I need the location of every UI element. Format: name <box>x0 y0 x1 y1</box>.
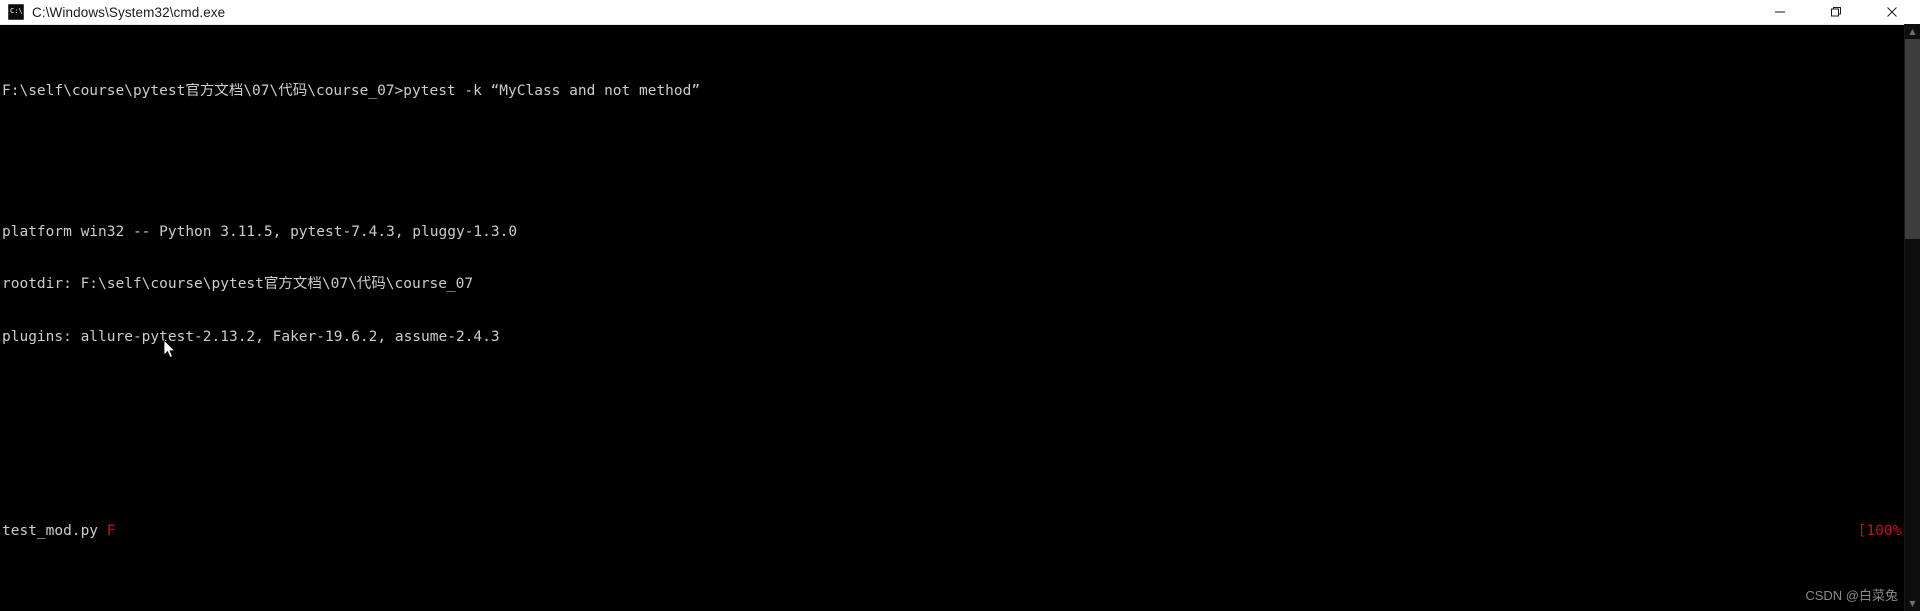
cmd-window: C:\Windows\System32\cmd.exe F:\self\cour… <box>0 0 1920 611</box>
platform-line: platform win32 -- Python 3.11.5, pytest-… <box>2 223 518 240</box>
close-button[interactable] <box>1864 0 1920 24</box>
command-line: F:\self\course\pytest官方文档\07\代码\course_0… <box>2 83 1920 101</box>
window-title: C:\Windows\System32\cmd.exe <box>32 4 226 20</box>
title-bar[interactable]: C:\Windows\System32\cmd.exe <box>0 0 1920 25</box>
collect-line: [100%] test_mod.py F <box>2 523 1920 541</box>
scroll-up-button[interactable]: ▲ <box>1905 24 1920 39</box>
window-controls <box>1752 0 1920 24</box>
scrollbar-thumb[interactable] <box>1905 39 1920 239</box>
plugins-line: plugins: allure-pytest-2.13.2, Faker-19.… <box>2 329 500 346</box>
maximize-button[interactable] <box>1808 0 1864 24</box>
collect-result: F <box>106 522 116 539</box>
watermark-text: CSDN @白菜兔 <box>1805 588 1898 604</box>
prompt-path: F:\self\course\pytest官方文档\07\代码\course_0… <box>2 82 404 99</box>
rootdir-line: rootdir: F:\self\course\pytest官方文档\07\代码… <box>2 276 474 293</box>
scroll-down-button[interactable]: ▼ <box>1905 596 1920 611</box>
cmd-icon <box>8 4 24 20</box>
collect-filename: test_mod.py <box>2 522 107 539</box>
vertical-scrollbar[interactable]: ▲ ▼ <box>1904 24 1920 611</box>
minimize-button[interactable] <box>1752 0 1808 24</box>
command-text: pytest -k “MyClass and not method” <box>403 82 701 99</box>
terminal-output[interactable]: F:\self\course\pytest官方文档\07\代码\course_0… <box>0 25 1920 611</box>
